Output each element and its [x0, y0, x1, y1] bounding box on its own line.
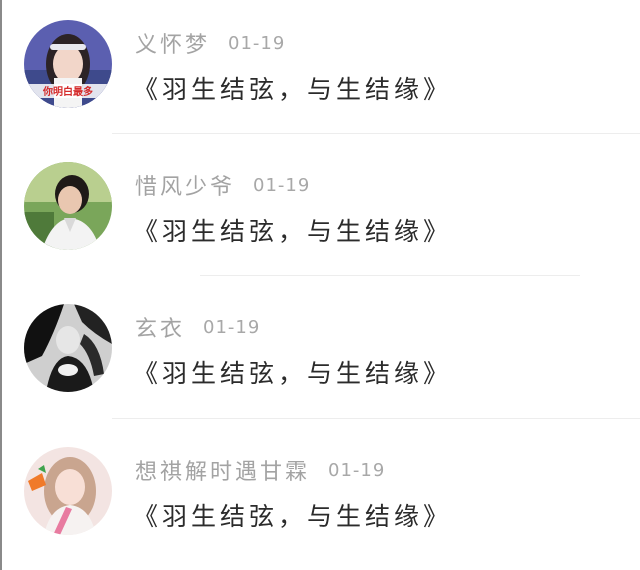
avatar-man-outdoors-icon — [24, 162, 112, 250]
comment-item: 想祺解时遇甘霖 01-19 《羽生结弦，与生结缘》 — [0, 427, 640, 569]
avatar-girl-carrot-icon — [24, 447, 112, 535]
comment-date: 01-19 — [228, 32, 286, 54]
comment-date: 01-19 — [203, 316, 261, 338]
comment-text: 《羽生结弦，与生结缘》 — [133, 217, 453, 246]
comment-meta: 惜风少爷 01-19 — [135, 169, 311, 201]
comment-meta: 玄衣 01-19 — [135, 311, 261, 343]
comment-item: 惜风少爷 01-19 《羽生结弦，与生结缘》 — [0, 142, 640, 284]
avatar[interactable] — [24, 162, 112, 250]
avatar[interactable] — [24, 447, 112, 535]
username[interactable]: 惜风少爷 — [135, 169, 235, 201]
divider — [200, 275, 580, 276]
username[interactable]: 想祺解时遇甘霖 — [135, 454, 310, 486]
divider — [112, 418, 640, 419]
comment-list: 你明白最多 义怀梦 01-19 《羽生结弦，与生结缘》 惜风少爷 01-19 《… — [0, 0, 640, 570]
avatar-caption: 你明白最多 — [42, 85, 93, 98]
comment-text: 《羽生结弦，与生结缘》 — [133, 502, 453, 531]
avatar[interactable]: 你明白最多 — [24, 20, 112, 108]
comment-date: 01-19 — [328, 459, 386, 481]
avatar-girl-headband-icon: 你明白最多 — [24, 20, 112, 108]
comment-item: 你明白最多 义怀梦 01-19 《羽生结弦，与生结缘》 — [0, 0, 640, 142]
username[interactable]: 义怀梦 — [135, 27, 210, 59]
comment-date: 01-19 — [253, 174, 311, 196]
avatar[interactable] — [24, 304, 112, 392]
comment-text: 《羽生结弦，与生结缘》 — [133, 359, 453, 388]
comment-meta: 义怀梦 01-19 — [135, 27, 286, 59]
comment-text: 《羽生结弦，与生结缘》 — [133, 75, 453, 104]
username[interactable]: 玄衣 — [135, 311, 185, 343]
avatar-bw-portrait-icon — [24, 304, 112, 392]
comment-meta: 想祺解时遇甘霖 01-19 — [135, 454, 386, 486]
comment-item: 玄衣 01-19 《羽生结弦，与生结缘》 — [0, 284, 640, 426]
divider — [112, 133, 640, 134]
